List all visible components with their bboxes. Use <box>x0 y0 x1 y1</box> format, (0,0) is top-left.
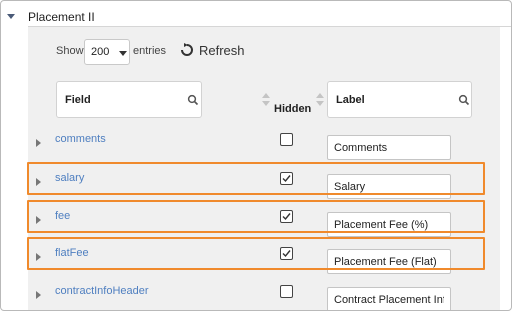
section-title: Placement II <box>28 10 95 24</box>
table-row: contractInfoHeader <box>28 277 500 310</box>
label-input[interactable] <box>327 287 451 310</box>
field-column-filter[interactable]: Field <box>56 81 202 118</box>
entries-value: 200 <box>91 46 110 58</box>
table-toolbar: Show 200 entries Refresh <box>28 27 500 77</box>
hidden-checkbox[interactable] <box>280 133 293 146</box>
field-name-link[interactable]: comments <box>55 133 106 145</box>
highlight-box <box>27 237 485 270</box>
refresh-label: Refresh <box>199 43 245 58</box>
entries-per-page-select[interactable]: 200 <box>84 39 130 65</box>
highlight-box <box>27 162 485 195</box>
label-column-header: Label <box>336 94 365 106</box>
label-column-filter[interactable]: Label <box>327 81 472 118</box>
show-label: Show <box>56 45 84 57</box>
search-icon[interactable] <box>187 94 199 106</box>
refresh-icon <box>181 43 193 56</box>
hidden-checkbox[interactable] <box>280 285 293 298</box>
sort-icon[interactable] <box>316 93 324 106</box>
field-name-link[interactable]: contractInfoHeader <box>55 285 149 297</box>
chevron-down-icon <box>119 51 127 56</box>
label-input[interactable] <box>327 135 451 160</box>
highlight-box <box>27 200 485 233</box>
table-row: comments <box>28 125 500 163</box>
caret-down-icon[interactable] <box>7 14 15 19</box>
hidden-column-header[interactable]: Hidden <box>262 89 324 119</box>
search-icon[interactable] <box>458 94 470 106</box>
hidden-column-label: Hidden <box>274 103 312 115</box>
window-frame: Placement II Show 200 entries Refresh Fi… <box>0 0 512 311</box>
field-column-header: Field <box>65 94 91 106</box>
caret-right-icon[interactable] <box>36 291 41 299</box>
entries-label: entries <box>133 45 167 57</box>
caret-right-icon[interactable] <box>36 139 41 147</box>
sort-icon[interactable] <box>262 93 270 106</box>
